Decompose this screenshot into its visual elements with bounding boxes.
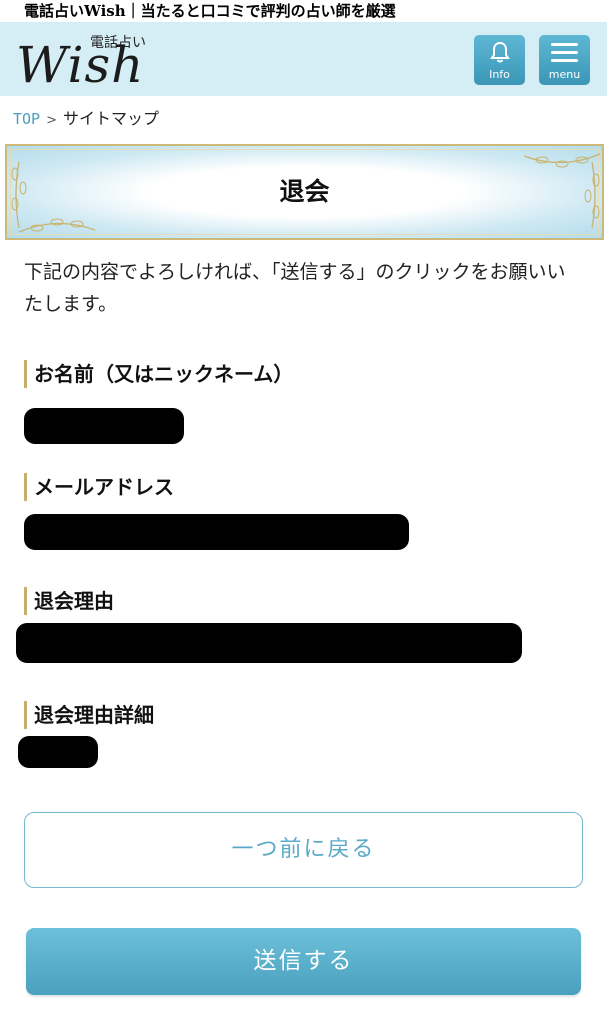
site-header: 電話占い Wish Info menu bbox=[0, 22, 607, 96]
reason-value-redacted bbox=[16, 623, 522, 663]
section-title: 退会 bbox=[279, 177, 330, 206]
email-field-label: メールアドレス bbox=[24, 473, 174, 501]
reason-detail-field-label: 退会理由詳細 bbox=[24, 701, 154, 729]
name-value-redacted bbox=[24, 408, 184, 444]
confirmation-message: 下記の内容でよろしければ、「送信する」のクリックをお願いいたします。 bbox=[24, 261, 566, 315]
logo-wordmark: Wish bbox=[16, 36, 145, 94]
bell-icon bbox=[490, 41, 510, 63]
breadcrumb: TOP > サイトマップ bbox=[13, 108, 159, 132]
info-button[interactable]: Info bbox=[474, 35, 525, 85]
reason-field-label: 退会理由 bbox=[24, 587, 114, 615]
back-button[interactable]: 一つ前に戻る bbox=[24, 812, 583, 888]
submit-button[interactable]: 送信する bbox=[26, 928, 581, 995]
menu-label: menu bbox=[548, 68, 581, 81]
info-label: Info bbox=[489, 68, 510, 81]
breadcrumb-separator: > bbox=[46, 113, 57, 128]
breadcrumb-current: サイトマップ bbox=[63, 109, 160, 128]
site-logo[interactable]: 電話占い Wish bbox=[14, 30, 174, 94]
page-title: 電話占いWish｜当たると口コミで評判の占い師を厳選 bbox=[24, 2, 396, 20]
reason-detail-value-redacted bbox=[18, 736, 98, 768]
breadcrumb-top-link[interactable]: TOP bbox=[13, 110, 40, 128]
menu-button[interactable]: menu bbox=[539, 35, 590, 85]
name-field-label: お名前（又はニックネーム） bbox=[24, 360, 293, 388]
hamburger-icon bbox=[551, 43, 578, 67]
email-value-redacted bbox=[24, 514, 409, 550]
section-banner: 退会 bbox=[5, 144, 604, 240]
